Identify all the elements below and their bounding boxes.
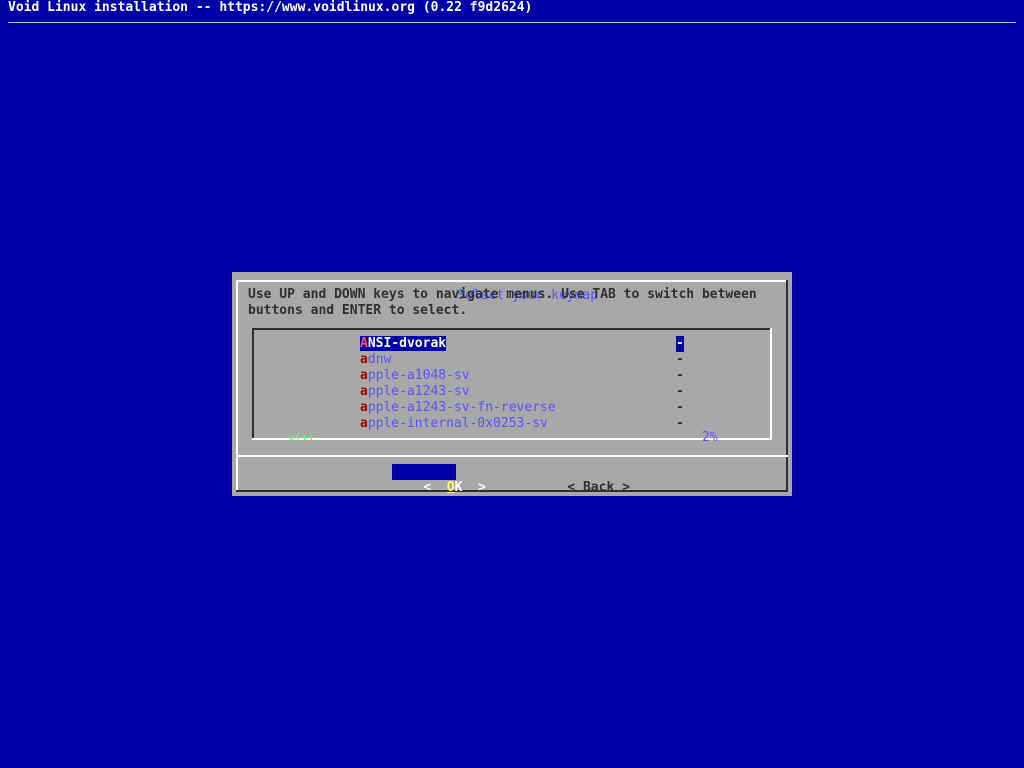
menu-item-hotkey: a bbox=[360, 352, 368, 367]
menu-border-bottom bbox=[252, 438, 772, 440]
menu-item-label: dnw bbox=[367, 352, 392, 367]
menu-item-apple-a1048-sv[interactable]: apple-a1048-sv bbox=[360, 368, 470, 384]
scroll-indicator: v(+) bbox=[288, 431, 315, 444]
button-separator bbox=[236, 455, 788, 457]
ok-button-hotkey: O bbox=[446, 480, 455, 495]
menu-item-hotkey: a bbox=[360, 416, 368, 431]
menu-item-label: NSI-dvorak bbox=[367, 336, 447, 351]
menu-item-description: - bbox=[676, 416, 684, 431]
back-button-right-bracket: > bbox=[622, 480, 630, 495]
menu-item-description: - bbox=[676, 400, 684, 415]
menu-item-hotkey: A bbox=[360, 336, 368, 351]
menu-item-ansi-dvorak[interactable]: ANSI-dvorak bbox=[360, 336, 447, 352]
menu-item-hotkey: a bbox=[360, 368, 368, 383]
ok-button-label: K bbox=[454, 480, 463, 495]
menu-item-label: pple-a1243-sv-fn-reverse bbox=[367, 400, 556, 415]
menu-border-right bbox=[770, 328, 772, 440]
menu-item-label: pple-a1243-sv bbox=[367, 384, 470, 399]
menu-item-description: - bbox=[676, 352, 684, 367]
menu-item-apple-a1243-sv[interactable]: apple-a1243-sv bbox=[360, 384, 470, 400]
menu-item-description: - bbox=[676, 336, 684, 352]
menu-border-left bbox=[252, 328, 254, 440]
menu-item-description: - bbox=[676, 368, 684, 383]
back-button-label: Back bbox=[582, 480, 615, 495]
ok-button-right-bracket: > bbox=[478, 480, 486, 495]
menu-item-description: - bbox=[676, 384, 684, 399]
menu-border-top bbox=[252, 328, 772, 330]
menu-item-label: pple-a1048-sv bbox=[367, 368, 470, 383]
back-button-left-bracket: < bbox=[567, 480, 576, 495]
menu-item-adnw[interactable]: adnw bbox=[360, 352, 391, 368]
backtitle: Void Linux installation -- https://www.v… bbox=[8, 0, 533, 15]
backtitle-rule bbox=[8, 22, 1016, 23]
ok-button[interactable]: < OK > bbox=[392, 464, 486, 495]
menu-item-hotkey: a bbox=[360, 400, 368, 415]
ok-button-left-bracket: < bbox=[423, 480, 432, 495]
back-button[interactable]: < Back > bbox=[536, 464, 630, 495]
menu-item-apple-internal-0x0253-sv[interactable]: apple-internal-0x0253-sv bbox=[360, 416, 548, 432]
keymap-dialog: Select your keymap Use UP and DOWN keys … bbox=[232, 272, 792, 496]
menu-item-apple-a1243-sv-fn-reverse[interactable]: apple-a1243-sv-fn-reverse bbox=[360, 400, 556, 416]
menu-item-label: pple-internal-0x0253-sv bbox=[367, 416, 548, 431]
dialog-border-bottom bbox=[236, 490, 788, 492]
scroll-percent: 2% bbox=[702, 430, 718, 445]
dialog-prompt: Use UP and DOWN keys to navigate menus. … bbox=[248, 287, 757, 318]
keymap-menu[interactable]: ANSI-dvorak - adnw - apple-a1048-sv - ap… bbox=[252, 328, 772, 445]
menu-item-hotkey: a bbox=[360, 384, 368, 399]
